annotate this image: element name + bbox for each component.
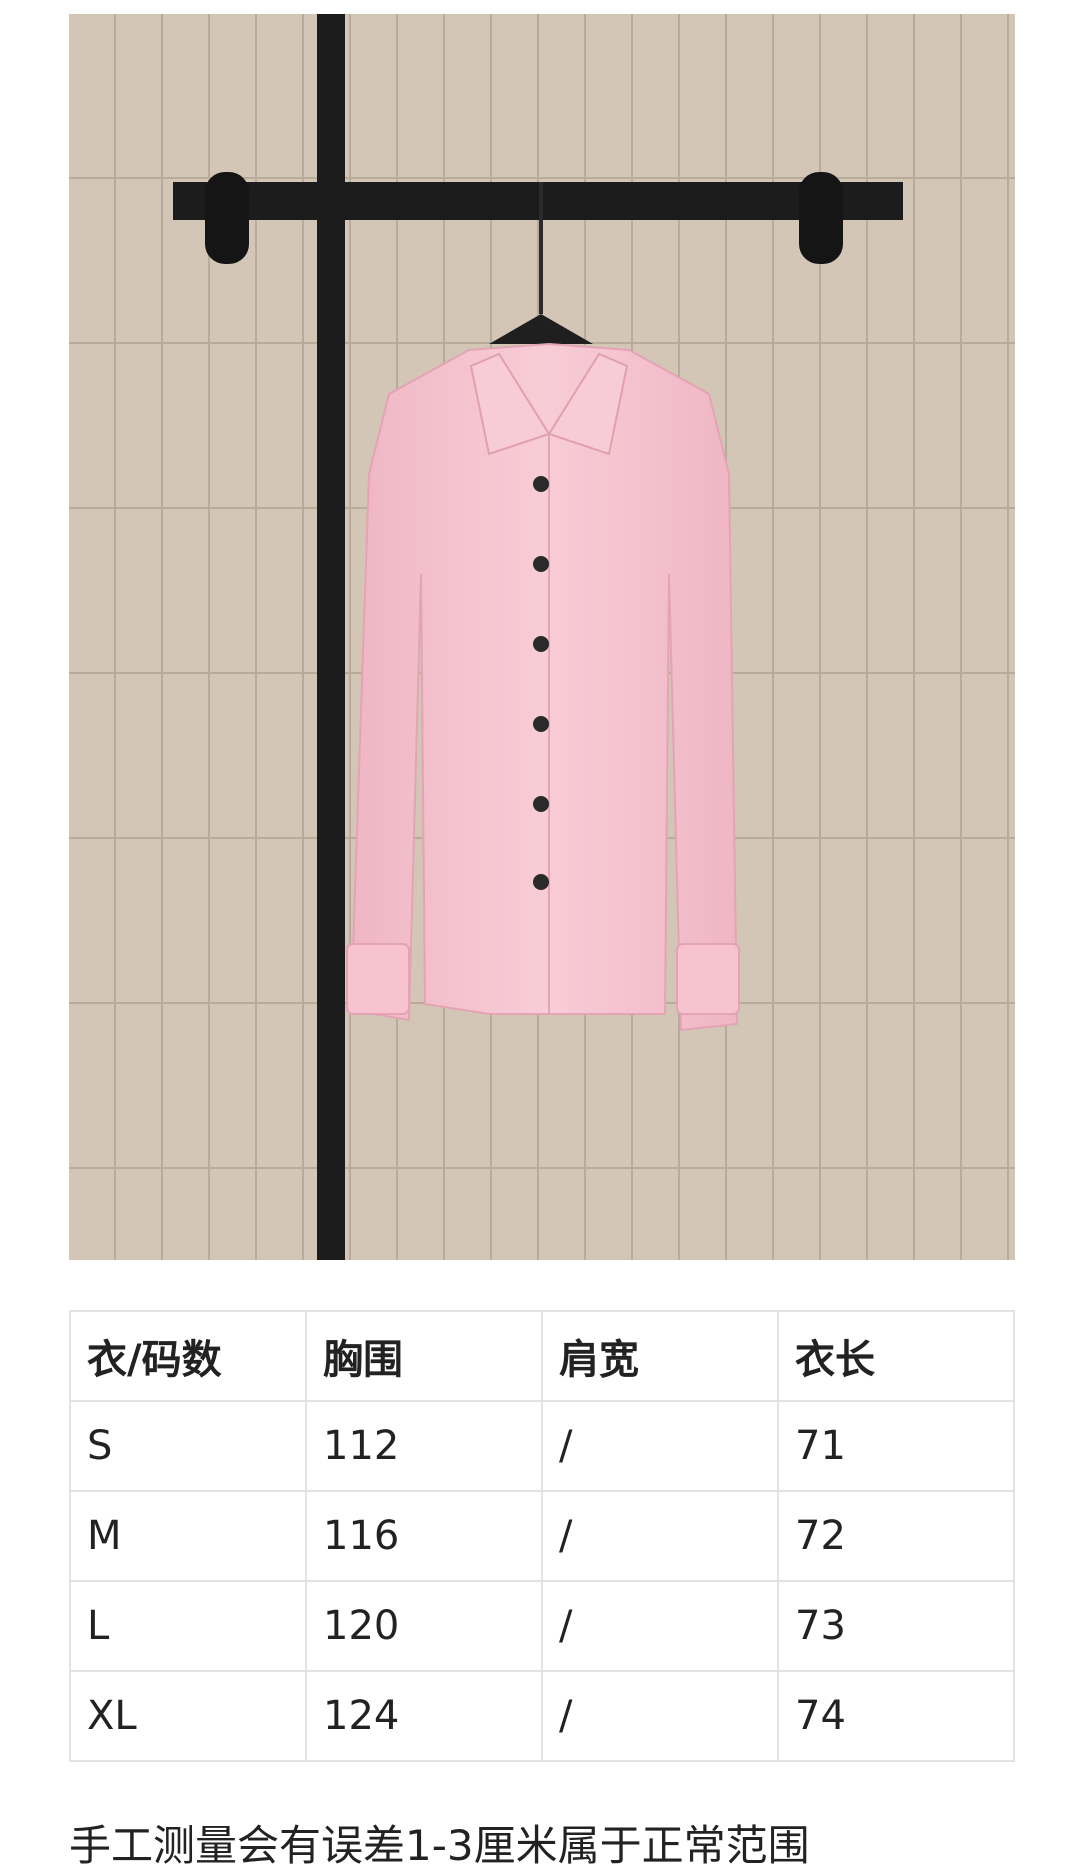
table-row: S 112 / 71 [69,1400,1015,1492]
shirt-photo-illustration [69,14,1015,1260]
button-icon [533,556,549,572]
button-icon [533,796,549,812]
cell-shoulder: / [541,1400,779,1492]
measurement-note: 手工测量会有误差1-3厘米属于正常范围 [69,1821,810,1870]
cell-size: L [69,1580,307,1672]
button-icon [533,874,549,890]
button-icon [533,476,549,492]
table-header-row: 衣/码数 胸围 肩宽 衣长 [69,1310,1015,1402]
hanging-rail [173,182,903,220]
cell-length: 71 [777,1400,1015,1492]
cell-chest: 112 [305,1400,543,1492]
table-row: XL 124 / 74 [69,1670,1015,1762]
cell-length: 73 [777,1580,1015,1672]
cell-size: XL [69,1670,307,1762]
cell-length: 72 [777,1490,1015,1582]
button-icon [533,716,549,732]
right-cuff [676,943,740,1015]
cell-size: S [69,1400,307,1492]
cell-shoulder: / [541,1670,779,1762]
table-row: L 120 / 73 [69,1580,1015,1672]
size-chart-table: 衣/码数 胸围 肩宽 衣长 S 112 / 71 M 116 / 72 L 12… [69,1310,1015,1762]
header-length: 衣长 [777,1310,1015,1402]
button-icon [533,636,549,652]
cell-length: 74 [777,1670,1015,1762]
table-row: M 116 / 72 [69,1490,1015,1582]
cell-chest: 120 [305,1580,543,1672]
cell-chest: 124 [305,1670,543,1762]
cell-shoulder: / [541,1580,779,1672]
shirt-body [349,342,739,1032]
rail-bracket-right [799,172,843,264]
left-cuff [346,943,410,1015]
header-size: 衣/码数 [69,1310,307,1402]
header-shoulder: 肩宽 [541,1310,779,1402]
cell-chest: 116 [305,1490,543,1582]
cell-size: M [69,1490,307,1582]
header-chest: 胸围 [305,1310,543,1402]
rail-bracket-left [205,172,249,264]
product-photo [69,14,1015,1260]
cell-shoulder: / [541,1490,779,1582]
